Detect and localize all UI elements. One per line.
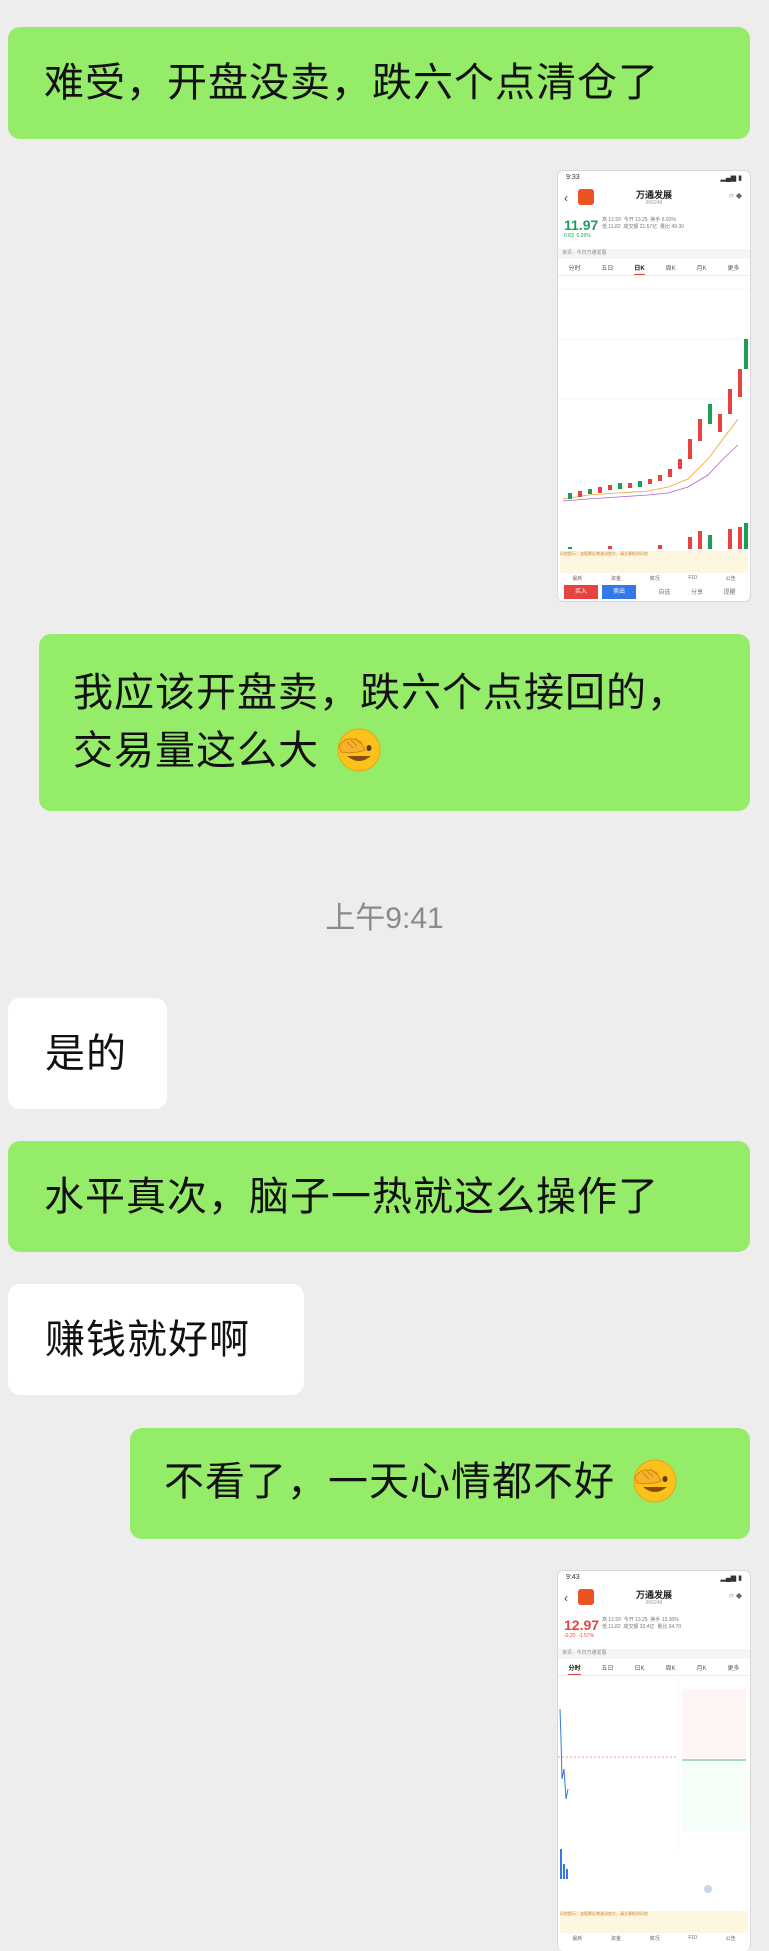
stock-screenshot-image-2[interactable]: 9:43 ▂▄▆ ▮ ‹ 万通发展 600246 ○ ◆ 12.97 -0.20… — [557, 1570, 751, 1951]
message-bubble-incoming[interactable]: 是的 — [8, 998, 167, 1109]
news-banner: 资讯 · 今日万通发展 — [558, 1649, 750, 1659]
alert-icon: 提醒 — [723, 590, 736, 596]
stock-header: ‹ 万通发展 600246 ○ ◆ — [558, 1587, 750, 1615]
face-with-hand-over-eyes-icon — [337, 728, 381, 772]
message-bubble-outgoing[interactable]: 难受，开盘没卖，跌六个点清仓了 — [8, 27, 750, 139]
stat: 高 12.59 — [602, 217, 621, 223]
stat: 今开 13.25 — [623, 1617, 648, 1623]
tab-active: 日K — [634, 263, 645, 275]
news-banner: 资讯 · 今日万通发展 — [558, 249, 750, 259]
status-icons: ▂▄▆ ▮ — [720, 1575, 742, 1582]
stock-screenshot-image-1[interactable]: 9:33 ▂▄▆ ▮ ‹ 万通发展 600246 ○ ◆ 11.97 0.83 … — [557, 170, 751, 602]
tab-active: 分时 — [568, 1663, 581, 1675]
action-icons: 自选 分享 提醒 — [648, 587, 746, 596]
stat: 高 12.59 — [602, 1617, 621, 1623]
scroll-indicator — [704, 1885, 712, 1893]
stock-price: 12.97 — [564, 1617, 600, 1633]
candlestick-chart — [558, 288, 750, 549]
change-pct: 6.26% — [576, 233, 591, 239]
phone-status-bar: 9:43 ▂▄▆ ▮ — [566, 1574, 742, 1582]
message-text: 是的 — [45, 1031, 127, 1077]
info-tabs: 最新 资金 简况 F10 公告 — [558, 1935, 750, 1945]
candles — [568, 339, 748, 499]
stat: 换手 6.92% — [650, 217, 676, 223]
info-tabs: 最新 资金 简况 F10 公告 — [558, 575, 750, 585]
status-time: 9:43 — [566, 1574, 580, 1581]
search-icon: ○ ◆ — [728, 1591, 742, 1600]
stat: 低 11.82 — [602, 224, 621, 230]
tab: 周K — [665, 1666, 676, 1672]
order-book — [682, 1689, 746, 1831]
info-tab: 资金 — [611, 576, 622, 582]
buy-button: 买入 — [564, 585, 598, 599]
intraday-chart — [558, 1679, 746, 1893]
phone-status-bar: 9:33 ▂▄▆ ▮ — [566, 174, 742, 182]
message-text: 难受，开盘没卖，跌六个点清仓了 — [44, 60, 659, 106]
stat: 量比 34.70 — [657, 1624, 682, 1630]
tab: 更多 — [727, 266, 740, 272]
stock-change: -0.20 -1.57% — [564, 1633, 594, 1639]
chart-tabs: 分时 五日 日K 周K 月K 更多 — [558, 263, 750, 276]
chart-tabs: 分时 五日 日K 周K 月K 更多 — [558, 1663, 750, 1676]
tab: 日K — [634, 1666, 645, 1672]
status-icons: ▂▄▆ ▮ — [720, 175, 742, 182]
stock-stats: 高 12.59 今开 13.25 换手 13.30% 低 11.82 成交额 3… — [602, 1617, 744, 1643]
info-tab: 简况 — [649, 1936, 660, 1942]
info-tab: 资金 — [611, 1936, 622, 1942]
stock-header: ‹ 万通发展 600246 ○ ◆ — [558, 187, 750, 215]
tab: 五日 — [601, 1666, 614, 1672]
stat: 成交额 21.57亿 — [623, 224, 658, 230]
change-abs: 0.83 — [564, 233, 574, 239]
tab: 更多 — [727, 1666, 740, 1672]
info-tab: 公告 — [725, 1936, 736, 1942]
tab: 分时 — [568, 266, 581, 272]
info-tab: 简况 — [649, 576, 660, 582]
tab: 周K — [665, 266, 676, 272]
stat: 成交额 32.4亿 — [623, 1624, 655, 1630]
stock-price: 11.97 — [564, 217, 599, 233]
message-text: 水平真次，脑子一热就这么操作了 — [44, 1174, 659, 1220]
info-tab: 最新 — [572, 1936, 583, 1942]
message-text: 交易量这么大 — [73, 728, 319, 774]
stat: 量比 49.30 — [660, 224, 684, 230]
stock-code: 600246 — [645, 1600, 663, 1606]
risk-notice: 风险提示：该股票近期波动较大，请注意投资风险 — [560, 1911, 748, 1933]
watchlist-icon: 自选 — [658, 590, 671, 596]
risk-notice: 风险提示：该股票近期波动较大，请注意投资风险 — [560, 551, 748, 573]
stat: 今开 13.25 — [623, 217, 648, 223]
stock-code: 600246 — [645, 200, 663, 206]
message-bubble-outgoing[interactable]: 水平真次，脑子一热就这么操作了 — [8, 1141, 750, 1252]
message-bubble-outgoing[interactable]: 不看了，一天心情都不好 — [130, 1428, 750, 1539]
tab: 月K — [696, 266, 707, 272]
message-bubble-incoming[interactable]: 赚钱就好啊 — [8, 1284, 304, 1395]
info-tab: 公告 — [725, 576, 736, 582]
message-text: 我应该开盘卖，跌六个点接回的， — [73, 670, 688, 716]
stock-change: 0.83 6.26% — [564, 233, 591, 239]
message-text: 赚钱就好啊 — [45, 1317, 250, 1363]
search-icon: ○ ◆ — [728, 191, 742, 200]
stock-stats: 高 12.59 今开 13.25 换手 6.92% 低 11.82 成交额 21… — [602, 217, 744, 243]
message-timestamp: 上午9:41 — [325, 902, 444, 935]
share-icon: 分享 — [690, 590, 703, 596]
info-tab: 最新 — [572, 576, 583, 582]
tab: 月K — [696, 1666, 707, 1672]
change-abs: -0.20 — [564, 1633, 576, 1639]
face-with-hand-over-eyes-icon — [633, 1459, 677, 1503]
trade-actions: 买入 卖出 自选 分享 提醒 — [562, 585, 746, 599]
status-time: 9:33 — [566, 174, 580, 181]
volume-bars — [568, 523, 748, 549]
sell-button: 卖出 — [602, 585, 636, 599]
stat: 低 11.82 — [602, 1624, 621, 1630]
info-tab: F10 — [688, 575, 697, 581]
tab: 五日 — [601, 266, 614, 272]
message-bubble-outgoing[interactable]: 我应该开盘卖，跌六个点接回的， 交易量这么大 — [39, 634, 750, 811]
info-tab: F10 — [688, 1935, 697, 1941]
change-pct: -1.57% — [578, 1633, 595, 1639]
message-text: 不看了，一天心情都不好 — [164, 1459, 615, 1505]
volume-bars — [560, 1849, 568, 1879]
stat: 换手 13.30% — [650, 1617, 679, 1623]
